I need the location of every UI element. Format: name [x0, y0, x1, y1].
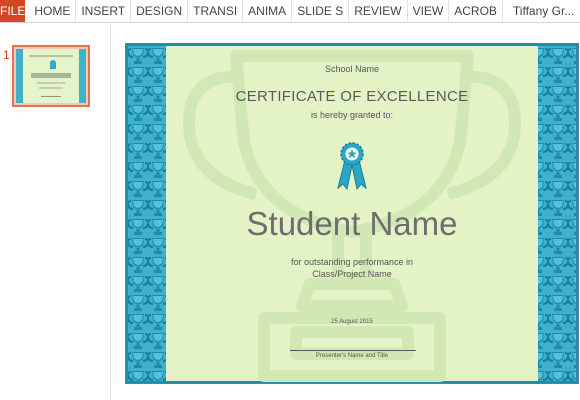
tab-transitions[interactable]: TRANSI — [188, 0, 244, 22]
slide-thumbnail-1[interactable] — [12, 45, 90, 107]
slide-editor: School Name CERTIFICATE OF EXCELLENCE is… — [111, 23, 580, 400]
tab-acrobat[interactable]: ACROB — [449, 0, 503, 22]
granted-text[interactable]: is hereby granted to: — [166, 110, 538, 120]
tab-insert[interactable]: INSERT — [76, 0, 132, 22]
thumb-award-icon — [50, 60, 56, 69]
tab-file[interactable]: FILE — [0, 0, 26, 22]
thumb-signature-line — [41, 96, 61, 97]
thumb-title-line — [29, 55, 73, 57]
presenter-name-title[interactable]: Presenter's Name and Title — [166, 353, 538, 359]
thumb-name-line — [31, 73, 71, 78]
user-name: Tiffany Gr... — [512, 4, 575, 18]
tab-review[interactable]: REVIEW — [349, 0, 408, 22]
ribbon-tab-bar: FILE HOME INSERT DESIGN TRANSI ANIMA SLI… — [0, 0, 580, 23]
tab-animations[interactable]: ANIMA — [243, 0, 293, 22]
certificate-date[interactable]: 25 August 2015 — [166, 319, 538, 325]
tab-view[interactable]: VIEW — [408, 0, 450, 22]
school-name[interactable]: School Name — [166, 64, 538, 74]
class-project-name[interactable]: Class/Project Name — [166, 269, 538, 279]
performance-text[interactable]: for outstanding performance in — [166, 257, 538, 267]
slide-number: 1 — [3, 48, 10, 62]
signature-line — [290, 350, 416, 351]
thumb-text-line — [37, 82, 65, 84]
slide-thumbnail-pane: 1 — [0, 23, 111, 400]
tab-home[interactable]: HOME — [25, 0, 77, 22]
tab-slide-show[interactable]: SLIDE S — [292, 0, 350, 22]
tab-design[interactable]: DESIGN — [131, 0, 189, 22]
user-account-menu[interactable]: Tiffany Gr... ▼ — [503, 0, 580, 22]
certificate-title[interactable]: CERTIFICATE OF EXCELLENCE — [166, 88, 538, 105]
student-name[interactable]: Student Name — [166, 205, 538, 243]
slide-thumbnail-preview — [16, 49, 86, 103]
thumb-text-line — [39, 87, 63, 89]
workspace: 1 School Name CERTIFICATE OF EXCELLENCE … — [0, 23, 580, 400]
slide-canvas[interactable]: School Name CERTIFICATE OF EXCELLENCE is… — [125, 43, 579, 384]
